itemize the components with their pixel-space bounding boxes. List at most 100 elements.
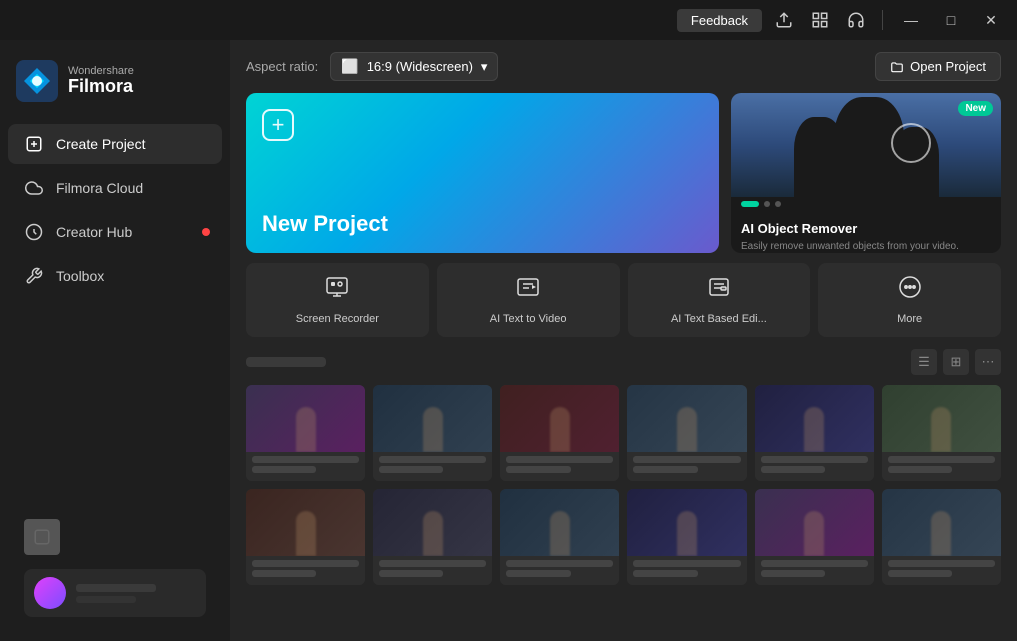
list-view-button[interactable]: ☰ xyxy=(911,349,937,375)
create-project-icon xyxy=(24,134,44,154)
profile-info xyxy=(76,584,196,603)
grid-view-button[interactable]: ⊞ xyxy=(943,349,969,375)
separator xyxy=(882,10,883,30)
close-button[interactable]: ✕ xyxy=(975,6,1007,34)
dot-2[interactable] xyxy=(764,201,770,207)
thumb-bar xyxy=(633,456,740,463)
thumb-bar-short xyxy=(888,570,952,577)
minimize-button[interactable]: — xyxy=(895,6,927,34)
quick-action-more[interactable]: More xyxy=(818,263,1001,337)
figure-2 xyxy=(423,407,443,452)
thumb-info-5 xyxy=(755,452,874,481)
sidebar-item-filmora-cloud[interactable]: Filmora Cloud xyxy=(8,168,222,208)
thumb-bar-short xyxy=(379,570,443,577)
figure-3 xyxy=(550,407,570,452)
ai-text-to-video-label: AI Text to Video xyxy=(490,313,567,325)
figure-1 xyxy=(296,407,316,452)
video-thumb-10[interactable] xyxy=(627,489,746,585)
video-thumb-9[interactable] xyxy=(500,489,619,585)
sidebar-item-toolbox[interactable]: Toolbox xyxy=(8,256,222,296)
monitor-icon: ⬜ xyxy=(341,58,358,75)
quick-action-screen-recorder[interactable]: Screen Recorder xyxy=(246,263,429,337)
profile-bar[interactable] xyxy=(24,569,206,617)
sidebar-item-creator-hub[interactable]: Creator Hub xyxy=(8,212,222,252)
new-project-card[interactable]: + New Project xyxy=(246,93,719,253)
more-options-button[interactable]: ⋯ xyxy=(975,349,1001,375)
figure-6 xyxy=(931,407,951,452)
video-thumb-3[interactable] xyxy=(500,385,619,481)
video-thumb-8[interactable] xyxy=(373,489,492,585)
ai-feature-card[interactable]: New AI Object Remover Easily remove unwa… xyxy=(731,93,1001,253)
screen-recorder-label: Screen Recorder xyxy=(296,313,379,325)
thumb-info-6 xyxy=(882,452,1001,481)
thumb-img-3 xyxy=(500,385,619,452)
thumb-bar xyxy=(761,456,868,463)
view-controls: ☰ ⊞ ⋯ xyxy=(911,349,1001,375)
titlebar: Feedback — □ ✕ xyxy=(0,0,1017,40)
video-thumb-12[interactable] xyxy=(882,489,1001,585)
figure-12 xyxy=(931,511,951,556)
grid-icon[interactable] xyxy=(806,6,834,34)
recent-section: ☰ ⊞ ⋯ xyxy=(230,337,1017,641)
video-thumb-4[interactable] xyxy=(627,385,746,481)
thumb-img-7 xyxy=(246,489,365,556)
video-thumb-2[interactable] xyxy=(373,385,492,481)
figure-4 xyxy=(677,407,697,452)
maximize-button[interactable]: □ xyxy=(935,6,967,34)
thumb-bar xyxy=(633,560,740,567)
aspect-ratio-select[interactable]: ⬜ 16:9 (Widescreen) ▾ xyxy=(330,52,498,81)
thumb-bar xyxy=(888,560,995,567)
thumb-img-6 xyxy=(882,385,1001,452)
thumb-info-1 xyxy=(246,452,365,481)
logo-area: Wondershare Filmora xyxy=(0,50,230,122)
thumb-img-10 xyxy=(627,489,746,556)
sidebar-label-cloud: Filmora Cloud xyxy=(56,180,143,196)
cloud-icon xyxy=(24,178,44,198)
video-thumb-1[interactable] xyxy=(246,385,365,481)
video-thumb-11[interactable] xyxy=(755,489,874,585)
thumb-info-7 xyxy=(246,556,365,585)
more-label: More xyxy=(897,313,922,325)
dot-3[interactable] xyxy=(775,201,781,207)
creator-hub-icon xyxy=(24,222,44,242)
ai-feature-info: AI Object Remover Easily remove unwanted… xyxy=(731,213,1001,253)
profile-subtitle xyxy=(76,596,136,603)
sidebar-item-create-project[interactable]: Create Project xyxy=(8,124,222,164)
open-project-label: Open Project xyxy=(910,59,986,74)
ai-feature-desc: Easily remove unwanted objects from your… xyxy=(741,240,991,253)
feedback-button[interactable]: Feedback xyxy=(677,9,762,32)
video-thumb-6[interactable] xyxy=(882,385,1001,481)
thumb-img-12 xyxy=(882,489,1001,556)
new-badge: New xyxy=(958,101,993,116)
figure-7 xyxy=(296,511,316,556)
top-bar: Aspect ratio: ⬜ 16:9 (Widescreen) ▾ Open… xyxy=(230,40,1017,93)
thumb-bar-short xyxy=(761,570,825,577)
thumb-img-1 xyxy=(246,385,365,452)
screen-recorder-icon xyxy=(325,275,349,305)
main-layout: Wondershare Filmora Create Project Filmo… xyxy=(0,40,1017,641)
quick-action-ai-text-to-video[interactable]: AI Text to Video xyxy=(437,263,620,337)
toolbox-icon xyxy=(24,266,44,286)
figure-5 xyxy=(804,407,824,452)
text-based-edit-icon xyxy=(707,275,731,305)
headset-icon[interactable] xyxy=(842,6,870,34)
thumb-info-3 xyxy=(500,452,619,481)
video-thumb-7[interactable] xyxy=(246,489,365,585)
thumb-bar xyxy=(379,560,486,567)
thumb-bar-short xyxy=(506,570,570,577)
logo-text: Wondershare Filmora xyxy=(68,65,134,97)
quick-action-ai-text-based-edit[interactable]: AI Text Based Edi... xyxy=(628,263,811,337)
upload-icon[interactable] xyxy=(770,6,798,34)
card-dots xyxy=(731,197,1001,213)
video-thumb-5[interactable] xyxy=(755,385,874,481)
recent-header: ☰ ⊞ ⋯ xyxy=(246,349,1001,375)
dot-1[interactable] xyxy=(741,201,759,207)
thumb-img-4 xyxy=(627,385,746,452)
figure-10 xyxy=(677,511,697,556)
sidebar-label-toolbox: Toolbox xyxy=(56,268,104,284)
thumb-bar xyxy=(761,560,868,567)
profile-avatar xyxy=(34,577,66,609)
open-project-button[interactable]: Open Project xyxy=(875,52,1001,81)
new-project-title: New Project xyxy=(262,211,703,237)
thumb-bar-short xyxy=(633,466,697,473)
